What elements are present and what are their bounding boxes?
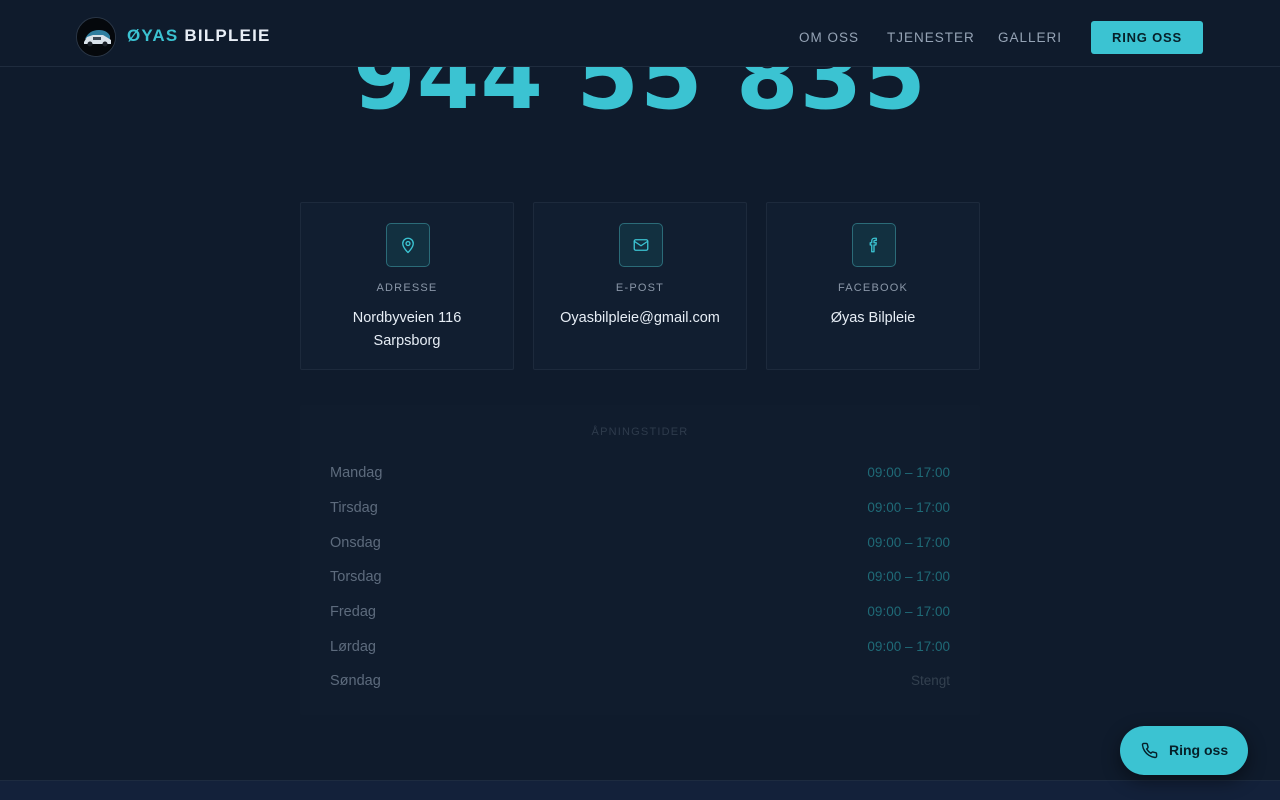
hours-row: Fredag 09:00 – 17:00 [330, 604, 950, 624]
car-logo-icon [77, 18, 115, 56]
hours-day: Lørdag [330, 639, 376, 655]
card-label: E-POST [615, 282, 665, 294]
hours-row: Tirsdag 09:00 – 17:00 [330, 500, 950, 520]
brand-name-part2: BILPLEIE [184, 26, 271, 45]
nav-link-om-oss[interactable]: OM OSS [799, 30, 859, 45]
hours-day: Fredag [330, 604, 376, 620]
brand-name-part1: ØYAS [127, 26, 179, 45]
site-header: ØYAS BILPLEIE OM OSS TJENESTER GALLERI RI… [0, 0, 1280, 67]
hours-time: 09:00 – 17:00 [867, 500, 950, 515]
email-card: E-POST Oyasbilpleie@gmail.com [533, 202, 747, 370]
nav-link-tjenester[interactable]: TJENESTER [887, 30, 975, 45]
ring-oss-button[interactable]: RING OSS [1091, 21, 1203, 54]
mail-icon [619, 223, 663, 267]
card-label: FACEBOOK [837, 282, 909, 294]
phone-icon [1141, 742, 1158, 764]
hours-time: 09:00 – 17:00 [867, 465, 950, 480]
facebook-card: FACEBOOK Øyas Bilpleie [766, 202, 980, 370]
map-pin-icon [386, 223, 430, 267]
hours-day: Onsdag [330, 535, 381, 551]
address-card: ADRESSE Nordbyveien 116 Sarpsborg [300, 202, 514, 370]
address-value[interactable]: Nordbyveien 116 Sarpsborg [301, 307, 513, 353]
hours-row: Søndag Stengt [330, 673, 950, 693]
hours-time: 09:00 – 17:00 [867, 639, 950, 654]
hours-day: Tirsdag [330, 500, 378, 516]
brand-logo[interactable] [76, 17, 116, 57]
hours-row: Mandag 09:00 – 17:00 [330, 465, 950, 485]
email-link[interactable]: Oyasbilpleie@gmail.com [534, 307, 746, 330]
floating-call-button[interactable]: Ring oss [1120, 726, 1248, 775]
hours-time: 09:00 – 17:00 [867, 569, 950, 584]
hours-day: Torsdag [330, 569, 382, 585]
hours-day: Søndag [330, 673, 381, 689]
opening-hours-title: ÅPNINGSTIDER [591, 426, 689, 438]
hours-time: Stengt [910, 673, 950, 688]
facebook-link[interactable]: Øyas Bilpleie [767, 307, 979, 330]
facebook-icon [852, 223, 896, 267]
nav-link-galleri[interactable]: GALLERI [998, 30, 1062, 45]
hours-row: Onsdag 09:00 – 17:00 [330, 535, 950, 555]
footer-strip [0, 780, 1280, 800]
address-street: Nordbyveien 116 [352, 310, 462, 326]
floating-call-label: Ring oss [1169, 742, 1229, 758]
hours-day: Mandag [330, 465, 383, 481]
card-label: ADRESSE [376, 282, 438, 294]
hours-row: Lørdag 09:00 – 17:00 [330, 639, 950, 659]
address-city: Sarpsborg [373, 333, 441, 349]
opening-hours-panel: ÅPNINGSTIDER Mandag 09:00 – 17:00 Tirsda… [300, 405, 980, 715]
hours-time: 09:00 – 17:00 [867, 535, 950, 550]
brand-name[interactable]: ØYAS BILPLEIE [127, 26, 271, 46]
hours-time: 09:00 – 17:00 [867, 604, 950, 619]
hours-row: Torsdag 09:00 – 17:00 [330, 569, 950, 589]
